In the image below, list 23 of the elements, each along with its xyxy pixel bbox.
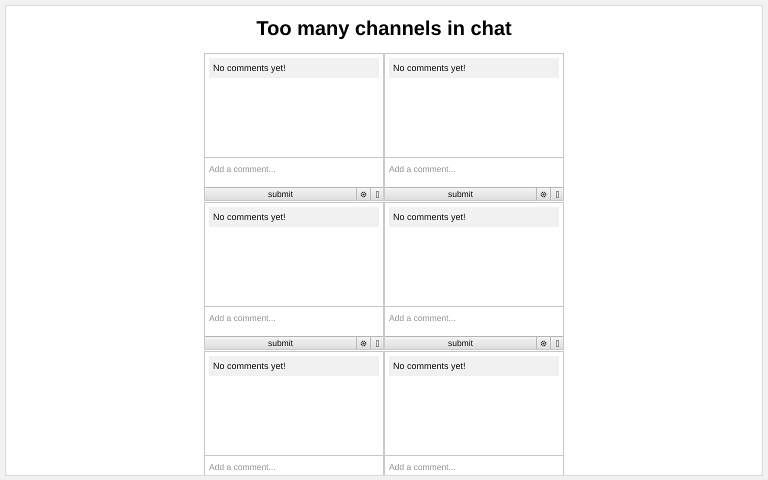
comment-message: No comments yet! xyxy=(389,58,559,78)
settings-button[interactable] xyxy=(357,337,371,349)
toggle-button[interactable] xyxy=(551,337,563,349)
settings-icon xyxy=(540,190,547,198)
toggle-button[interactable] xyxy=(371,337,383,349)
comment-message: No comments yet! xyxy=(209,58,379,78)
comment-message: No comments yet! xyxy=(209,356,379,376)
submit-button[interactable]: submit xyxy=(205,188,357,200)
submit-button[interactable]: submit xyxy=(385,337,537,349)
toggle-button[interactable] xyxy=(551,188,563,200)
submit-button[interactable]: submit xyxy=(385,188,537,200)
comment-message: No comments yet! xyxy=(209,207,379,227)
settings-icon xyxy=(540,340,547,346)
toggle-button[interactable] xyxy=(371,188,383,200)
settings-icon xyxy=(360,340,367,346)
settings-icon xyxy=(360,190,367,198)
page-title: Too many channels in chat xyxy=(256,18,512,41)
settings-button[interactable] xyxy=(357,188,371,200)
comment-message: No comments yet! xyxy=(389,207,559,227)
settings-button[interactable] xyxy=(537,337,551,349)
submit-button[interactable]: submit xyxy=(205,337,357,349)
comment-message: No comments yet! xyxy=(389,356,559,376)
settings-button[interactable] xyxy=(537,188,551,200)
